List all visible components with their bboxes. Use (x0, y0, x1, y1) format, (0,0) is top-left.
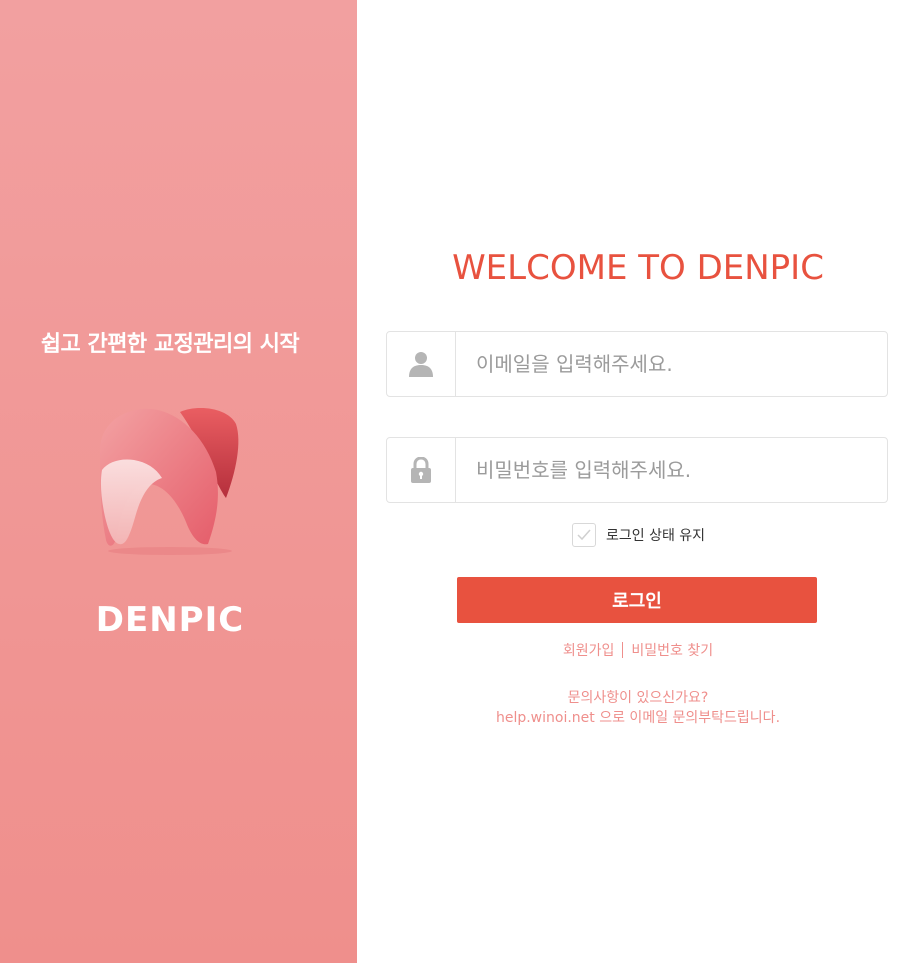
password-input[interactable] (456, 438, 887, 502)
email-input[interactable] (456, 332, 887, 396)
signup-link[interactable]: 회원가입 (563, 640, 615, 660)
link-divider (622, 642, 624, 658)
inquiry-email-text: help.winoi.net 으로 이메일 문의부탁드립니다. (495, 710, 781, 726)
account-links: 회원가입 비밀번호 찾기 (357, 640, 905, 660)
keep-login-checkbox[interactable] (572, 523, 596, 547)
find-password-link[interactable]: 비밀번호 찾기 (631, 640, 713, 660)
welcome-title: WELCOME TO DENPIC (452, 248, 824, 288)
contact-info: 문의사항이 있으신가요? help.winoi.net 으로 이메일 문의부탁드… (357, 688, 905, 728)
tooth-logo-icon (100, 408, 239, 555)
user-icon (387, 332, 456, 396)
left-panel: 쉽고 간편한 교정관리의 시작 DENPIC (0, 0, 357, 963)
password-field[interactable] (386, 437, 888, 503)
lock-icon (387, 438, 456, 502)
email-field[interactable] (386, 331, 888, 397)
brand-name: DENPIC (95, 600, 245, 640)
check-icon (577, 529, 591, 541)
login-button[interactable]: 로그인 (457, 577, 817, 623)
inquiry-question: 문의사항이 있으신가요? (567, 690, 709, 706)
keep-login-label: 로그인 상태 유지 (606, 528, 706, 544)
login-panel: WELCOME TO DENPIC 로그인 상태 유지 (357, 0, 905, 963)
keep-login[interactable]: 로그인 상태 유지 (572, 523, 705, 547)
tagline: 쉽고 간편한 교정관리의 시작 (40, 332, 300, 357)
